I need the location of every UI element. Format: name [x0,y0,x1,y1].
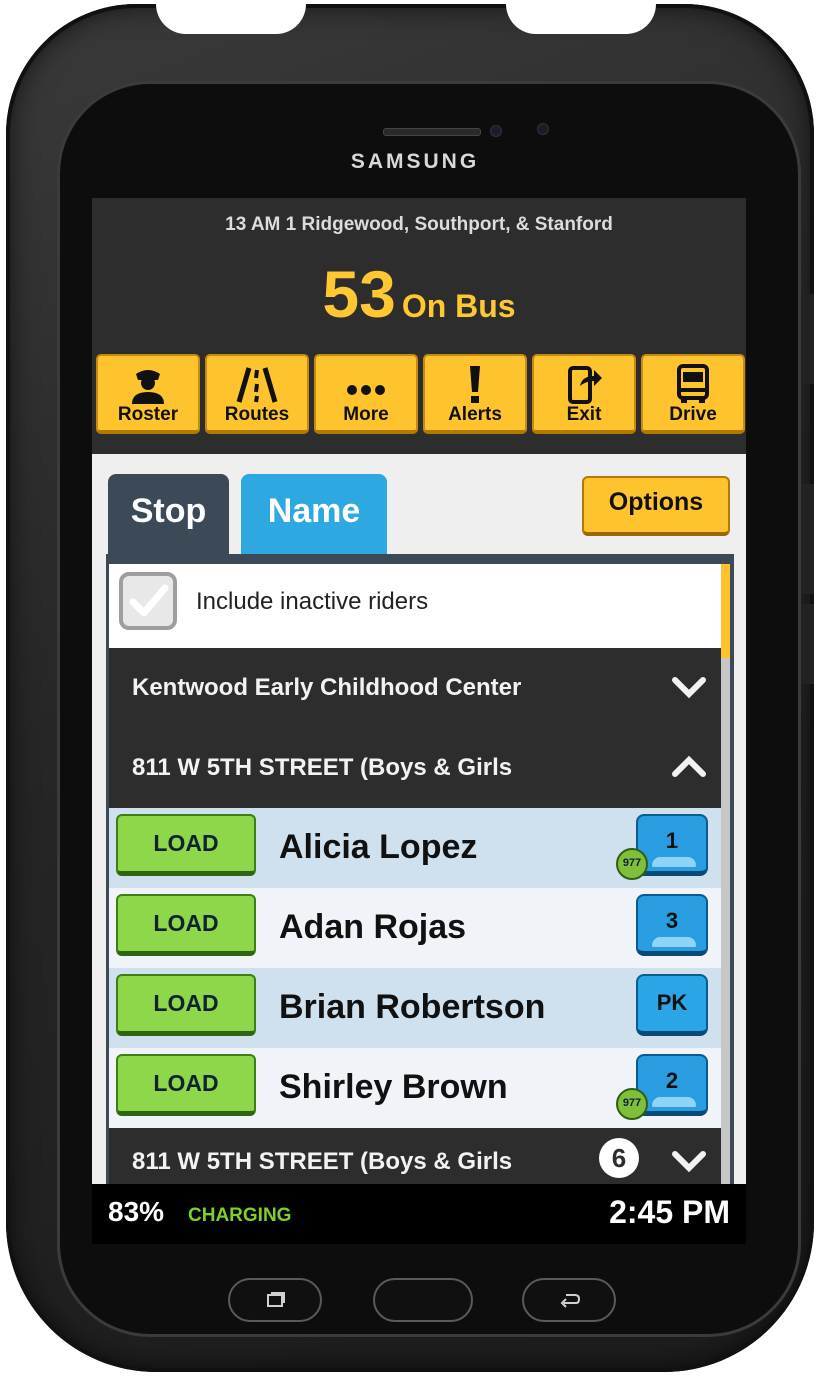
routes-button[interactable]: Routes [205,354,309,434]
exclamation-icon [425,364,525,404]
tab-stop[interactable]: Stop [108,474,229,556]
student-icon [652,1097,696,1107]
on-bus-counter: 53 On Bus [92,256,746,332]
driver-icon [98,364,198,404]
grade-label: 1 [665,828,679,853]
power-button [800,484,814,594]
tag-icon: 977 [616,1088,648,1120]
grade-badge[interactable]: 3 [636,894,708,956]
case-notch-right [506,4,656,34]
exit-phone-icon [534,364,634,404]
charging-status: CHARGING [188,1205,292,1226]
alerts-label: Alerts [448,404,502,425]
rider-name[interactable]: Adan Rojas [279,908,466,947]
app-screen: 13 AM 1 Ridgewood, Southport, & Stanford… [92,198,746,1244]
exit-button[interactable]: Exit [532,354,636,434]
load-button[interactable]: LOAD [116,894,256,956]
content-panel: Stop Name Options Include inactive rider… [92,454,746,1244]
grade-label: 3 [665,908,679,933]
rider-name[interactable]: Shirley Brown [279,1068,508,1107]
rider-name[interactable]: Brian Robertson [279,988,545,1027]
status-bar: 83% CHARGING 2:45 PM [92,1184,746,1244]
chevron-down-icon [671,672,707,707]
include-inactive-checkbox[interactable] [119,572,177,630]
earpiece-speaker [383,128,481,136]
stop-name: 811 W 5TH STREET (Boys & Girls [132,1148,513,1175]
chevron-up-icon [671,752,707,787]
options-button[interactable]: Options [582,476,730,536]
list-scrollbar[interactable] [721,564,730,1244]
main-toolbar: Roster Routes More Alerts Exit Drive [94,354,746,436]
roster-button[interactable]: Roster [96,354,200,434]
load-button[interactable]: LOAD [116,1054,256,1116]
home-button[interactable] [373,1278,473,1322]
more-label: More [343,404,389,425]
grade-badge[interactable]: PK [636,974,708,1036]
road-icon [207,364,307,404]
routes-label: Routes [224,404,290,425]
stop-name: 811 W 5TH STREET (Boys & Girls [132,754,513,781]
chevron-down-icon [671,1146,707,1181]
on-bus-count: 53 [322,257,396,331]
route-title: 13 AM 1 Ridgewood, Southport, & Stanford [225,214,613,235]
rider-row: LOAD Adan Rojas 3 [109,888,721,968]
load-button[interactable]: LOAD [116,814,256,876]
battery-level: 83% [108,1196,165,1227]
include-inactive-label: Include inactive riders [196,588,429,615]
proximity-sensor [490,125,502,137]
tag-icon: 977 [616,848,648,880]
clock: 2:45 PM [609,1194,730,1230]
roster-label: Roster [117,404,179,425]
stop-header-811-w-5th[interactable]: 811 W 5TH STREET (Boys & Girls [109,728,721,808]
ellipsis-icon [316,364,416,404]
case-notch-left [156,4,306,34]
tab-name[interactable]: Name [241,474,387,556]
stop-header-kentwood[interactable]: Kentwood Early Childhood Center [109,648,721,728]
grade-label: PK [656,990,688,1015]
load-button[interactable]: LOAD [116,974,256,1036]
back-icon [560,1294,580,1308]
volume-button [800,294,814,384]
bus-icon [643,364,743,404]
recent-apps-icon [267,1292,285,1307]
rider-count-badge: 6 [599,1138,639,1178]
on-bus-label: On Bus [401,288,516,324]
rider-list[interactable]: Include inactive riders Kentwood Early C… [109,564,721,1244]
student-icon [652,937,696,947]
drive-button[interactable]: Drive [641,354,745,434]
rider-list-frame: Include inactive riders Kentwood Early C… [106,554,734,1244]
exit-label: Exit [566,404,602,425]
more-button[interactable]: More [314,354,418,434]
recent-apps-button[interactable] [228,1278,322,1322]
rider-name[interactable]: Alicia Lopez [279,828,477,867]
alerts-button[interactable]: Alerts [423,354,527,434]
include-inactive-row[interactable]: Include inactive riders [109,564,721,648]
brand-logo: SAMSUNG [350,150,480,173]
student-icon [652,857,696,867]
scroll-thumb[interactable] [721,564,730,658]
drive-label: Drive [669,404,717,425]
stop-name: Kentwood Early Childhood Center [132,674,522,701]
back-button[interactable] [522,1278,616,1322]
side-key [800,604,814,684]
rider-row: LOAD Shirley Brown 2 977 [109,1048,721,1128]
rider-row: LOAD Alicia Lopez 1 977 [109,808,721,888]
grade-label: 2 [665,1068,679,1093]
rider-row: LOAD Brian Robertson PK [109,968,721,1048]
front-camera [537,123,549,135]
